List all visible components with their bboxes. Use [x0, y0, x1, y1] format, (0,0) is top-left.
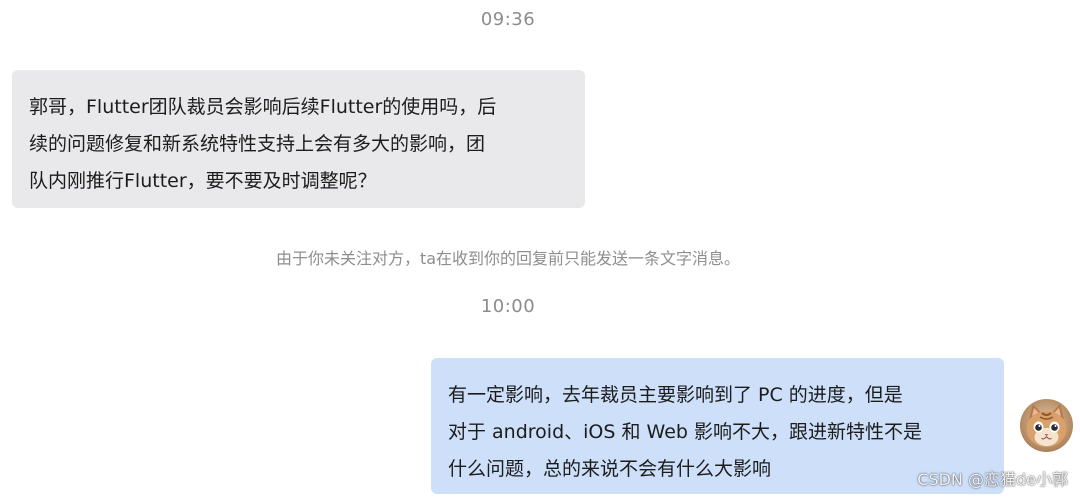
incoming-message-bubble[interactable]: 郭哥，Flutter团队裁员会影响后续Flutter的使用吗，后 续的问题修复和…: [12, 70, 585, 208]
message-text-line: 队内刚推行Flutter，要不要及时调整呢？: [29, 170, 377, 192]
message-text-line: 有一定影响，去年裁员主要影响到了 PC 的进度，但是: [448, 384, 903, 406]
message-text-line: 续的问题修复和新系统特性支持上会有多大的影响，团: [29, 133, 486, 155]
message-text-line: 什么问题，总的来说不会有什么大影响: [448, 458, 772, 480]
message-text-line: 郭哥，Flutter团队裁员会影响后续Flutter的使用吗，后: [29, 96, 497, 118]
message-text-line: 对于 android、iOS 和 Web 影响不大，跟进新特性不是: [448, 421, 922, 443]
cat-avatar-icon[interactable]: [1020, 399, 1073, 452]
watermark: CSDN @恋猫de小郭: [917, 470, 1068, 489]
system-notice: 由于你未关注对方，ta在收到你的回复前只能发送一条文字消息。: [275, 249, 741, 268]
cat-avatar-icon: [1020, 399, 1073, 452]
timestamp: 09:36: [480, 9, 536, 30]
timestamp: 10:00: [480, 296, 536, 317]
